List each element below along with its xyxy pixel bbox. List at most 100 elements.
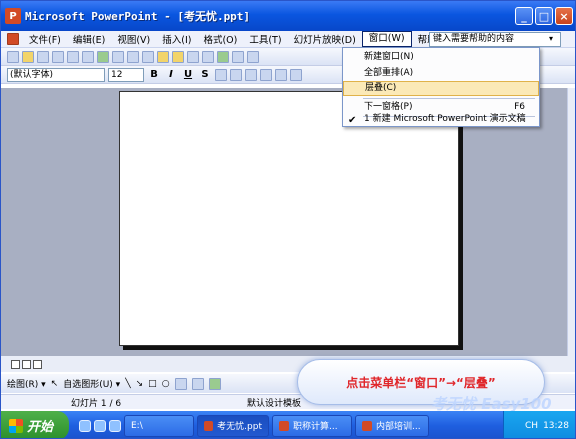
taskbar-item-training[interactable]: 内部培训... <box>355 414 429 437</box>
slideshow-view-icon[interactable] <box>33 359 42 369</box>
slide-sorter-view-icon[interactable] <box>22 359 31 369</box>
permission-icon[interactable] <box>52 50 64 63</box>
input-language-indicator[interactable]: CH <box>525 421 538 431</box>
windows-taskbar: 开始 E:\ 考无忧.ppt 职称计算... 内部培训... CH 13:28 <box>1 411 575 438</box>
title-bar: P Microsoft PowerPoint - [考无忧.ppt] _ □ × <box>1 1 575 31</box>
select-arrow-icon[interactable]: ↖ <box>51 379 59 389</box>
taskbar-item-powerpoint[interactable]: 考无忧.ppt <box>197 414 269 437</box>
menu-item-arrange-all[interactable]: 全部重排(A) <box>343 66 539 81</box>
paste-icon[interactable] <box>157 50 169 63</box>
clipart-icon[interactable] <box>208 377 221 390</box>
new-icon[interactable] <box>7 50 19 63</box>
bold-button[interactable]: B <box>147 69 161 80</box>
wordart-icon[interactable] <box>191 377 204 390</box>
menu-format[interactable]: 格式(O) <box>197 32 243 46</box>
autoshapes-menu-button[interactable]: 自选图形(U) ▾ <box>63 377 120 390</box>
menu-slideshow[interactable]: 幻灯片放映(D) <box>288 32 362 46</box>
shadow-button[interactable]: S <box>198 69 212 80</box>
start-button[interactable]: 开始 <box>1 411 69 438</box>
desktop-icon[interactable] <box>109 419 121 432</box>
quick-launch <box>79 419 121 432</box>
spelling-icon[interactable] <box>97 50 109 63</box>
textbox-icon[interactable] <box>174 377 187 390</box>
open-icon[interactable] <box>22 50 34 63</box>
chart-icon[interactable] <box>217 50 229 63</box>
slide-workspace <box>1 88 567 356</box>
window-menu-dropdown: 新建窗口(N) 全部重排(A) 层叠(C) 下一窗格(P) F6 ✔ 1 新建 … <box>342 47 540 127</box>
menu-item-cascade[interactable]: 层叠(C) <box>343 81 539 96</box>
menu-item-new-window[interactable]: 新建窗口(N) <box>343 50 539 65</box>
powerpoint-window: P Microsoft PowerPoint - [考无忧.ppt] _ □ ×… <box>0 0 576 439</box>
oval-icon[interactable]: ○ <box>162 379 170 389</box>
menu-file[interactable]: 文件(F) <box>23 32 67 46</box>
print-icon[interactable] <box>67 50 79 63</box>
cut-icon[interactable] <box>127 50 139 63</box>
menu-window[interactable]: 窗口(W) <box>361 31 412 47</box>
save-icon[interactable] <box>37 50 49 63</box>
menu-view[interactable]: 视图(V) <box>111 32 156 46</box>
powerpoint-icon <box>204 420 214 431</box>
bullets-icon[interactable] <box>290 68 302 81</box>
task-label: 内部培训... <box>376 422 421 432</box>
rectangle-icon[interactable]: □ <box>148 379 157 389</box>
menu-edit[interactable]: 编辑(E) <box>67 32 111 46</box>
slide-canvas[interactable] <box>119 91 459 346</box>
window-controls: _ □ × <box>515 7 573 25</box>
menu-item-label: 1 新建 Microsoft PowerPoint 演示文稿 <box>364 114 526 124</box>
menu-item-label: 全部重排(A) <box>364 68 414 78</box>
font-size-select[interactable]: 12 <box>108 67 144 82</box>
browser-icon[interactable] <box>79 419 91 432</box>
menu-item-label: 下一窗格(P) <box>364 102 413 112</box>
taskbar-item-document[interactable]: 职称计算... <box>272 414 352 437</box>
menu-item-open-document[interactable]: ✔ 1 新建 Microsoft PowerPoint 演示文稿 <box>343 112 539 127</box>
italic-button[interactable]: I <box>164 69 178 80</box>
windows-logo-icon <box>9 418 23 433</box>
chevron-down-icon[interactable]: ▾ <box>549 34 553 43</box>
checkmark-icon: ✔ <box>348 115 357 126</box>
task-label: 职称计算... <box>293 422 338 432</box>
document-icon[interactable] <box>7 33 19 45</box>
underline-button[interactable]: U <box>181 69 195 80</box>
start-label: 开始 <box>27 420 54 435</box>
align-center-icon[interactable] <box>230 68 242 81</box>
insert-slide-icon[interactable] <box>247 50 259 63</box>
menu-insert[interactable]: 插入(I) <box>156 32 197 46</box>
clock[interactable]: 13:28 <box>543 421 569 431</box>
arrow-icon[interactable]: ↘ <box>136 379 144 389</box>
table-icon[interactable] <box>232 50 244 63</box>
print-preview-icon[interactable] <box>82 50 94 63</box>
close-button[interactable]: × <box>555 7 573 25</box>
window-title: Microsoft PowerPoint - [考无忧.ppt] <box>25 10 251 23</box>
task-label: 考无忧.ppt <box>217 422 262 432</box>
minimize-button[interactable]: _ <box>515 7 533 25</box>
media-player-icon[interactable] <box>94 419 106 432</box>
slide-counter: 幻灯片 1 / 6 <box>71 399 122 409</box>
undo-icon[interactable] <box>187 50 199 63</box>
align-right-icon[interactable] <box>245 68 257 81</box>
menu-separator <box>363 98 535 99</box>
menu-tools[interactable]: 工具(T) <box>243 32 287 46</box>
maximize-button[interactable]: □ <box>535 7 553 25</box>
format-painter-icon[interactable] <box>172 50 184 63</box>
redo-icon[interactable] <box>202 50 214 63</box>
vertical-scrollbar[interactable] <box>567 88 575 356</box>
system-tray: CH 13:28 <box>503 411 575 438</box>
line-icon[interactable]: ╲ <box>125 379 130 389</box>
distribute-icon[interactable] <box>260 68 272 81</box>
help-search-input[interactable]: 键入需要帮助的内容 <box>429 32 561 47</box>
copy-icon[interactable] <box>142 50 154 63</box>
task-label: E:\ <box>131 420 143 431</box>
align-left-icon[interactable] <box>215 68 227 81</box>
powerpoint-icon <box>362 420 372 431</box>
research-icon[interactable] <box>112 50 124 63</box>
taskbar-item-explorer[interactable]: E:\ <box>124 414 194 437</box>
design-template-name: 默认设计模板 <box>247 399 302 409</box>
numbering-icon[interactable] <box>275 68 287 81</box>
callout-text: 点击菜单栏“窗口”→“层叠” <box>346 375 496 390</box>
menu-item-label: 层叠(C) <box>365 83 397 93</box>
font-select[interactable]: (默认字体) <box>7 67 105 82</box>
menu-item-label: 新建窗口(N) <box>364 52 414 62</box>
draw-menu-button[interactable]: 绘图(R) ▾ <box>7 377 46 390</box>
powerpoint-app-icon[interactable]: P <box>5 8 21 24</box>
normal-view-icon[interactable] <box>11 359 20 369</box>
